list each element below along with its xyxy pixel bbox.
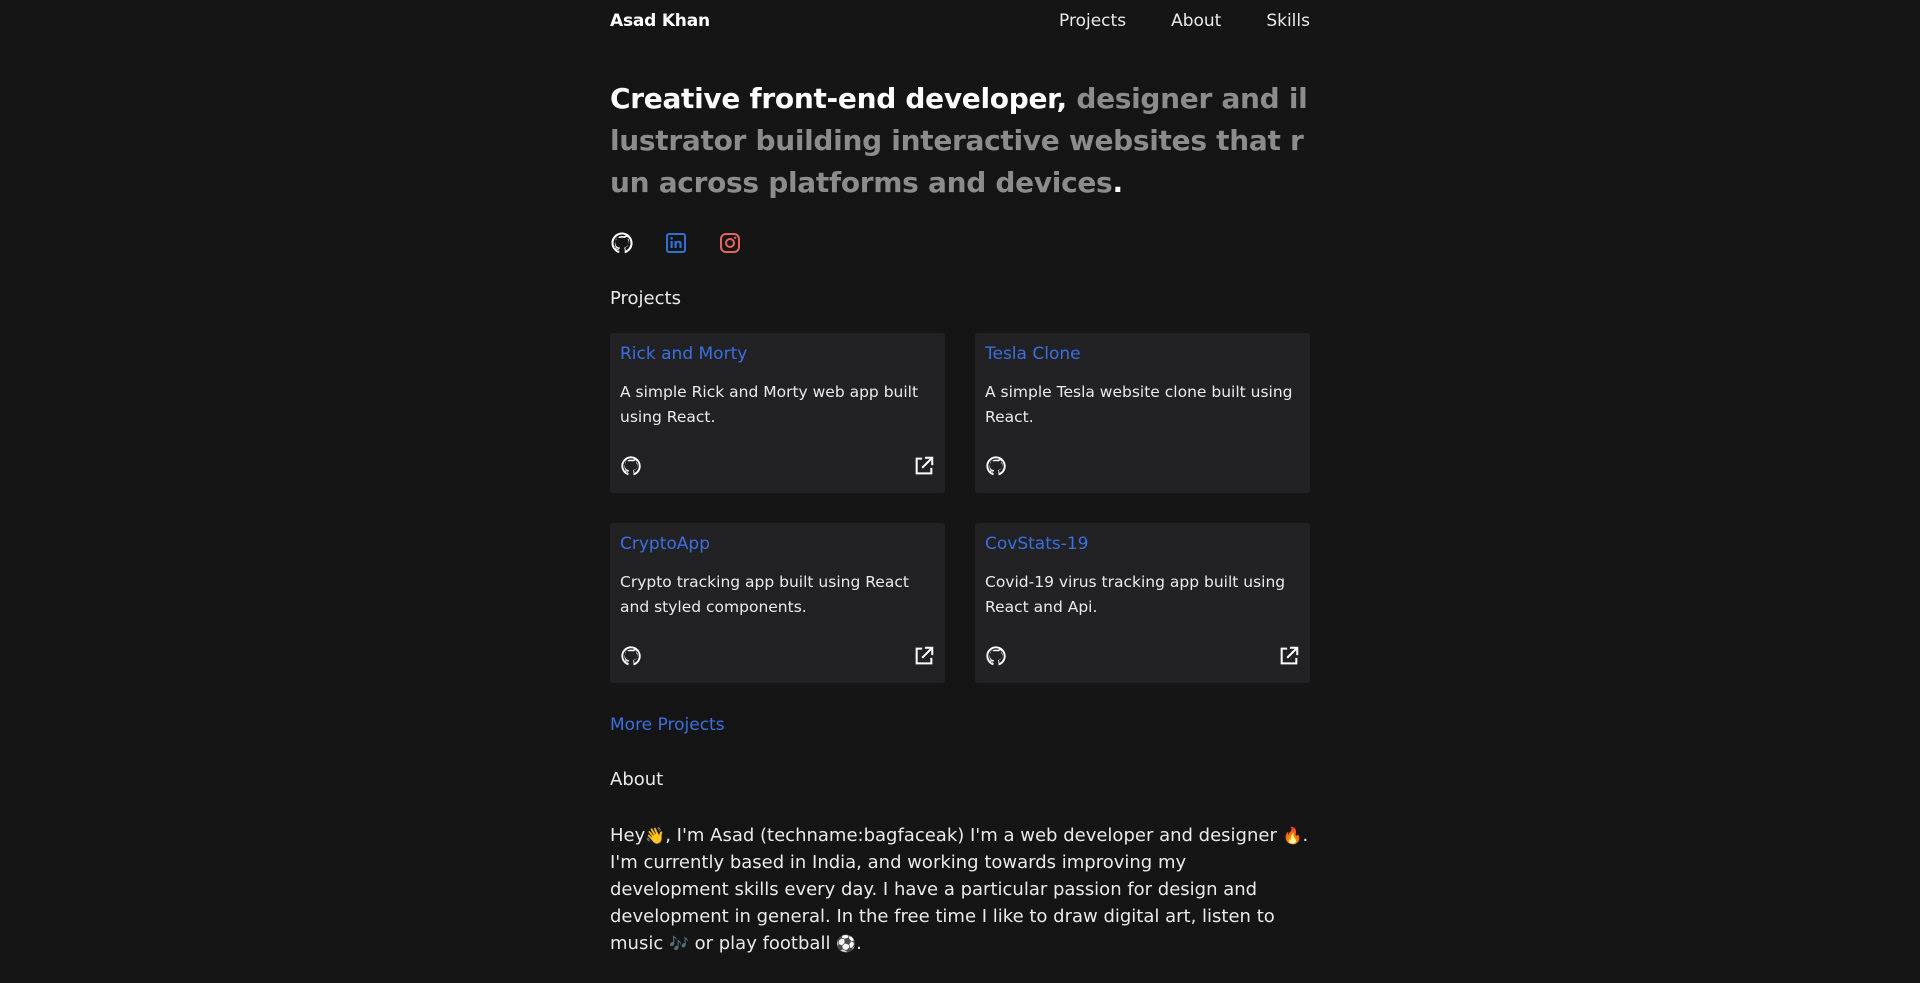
waving-hand-icon: 👋 (645, 826, 666, 845)
project-card: Tesla Clone A simple Tesla website clone… (975, 333, 1310, 493)
project-links (985, 455, 1300, 477)
social-links (610, 230, 1310, 256)
instagram-link[interactable] (718, 231, 742, 255)
about-text-2: , I'm Asad (techname:bagfaceak) I'm a we… (665, 825, 1283, 846)
about-text-4: or play football (688, 933, 837, 954)
external-link-icon (1280, 646, 1299, 665)
project-github-link[interactable] (620, 455, 642, 477)
project-description: A simple Tesla website clone built using… (985, 383, 1293, 426)
hero-headline: Creative front-end developer, designer a… (610, 78, 1310, 204)
soccer-ball-icon: ⚽ (836, 934, 857, 953)
nav-link-skills[interactable]: Skills (1266, 11, 1310, 31)
about-paragraph: Hey👋, I'm Asad (techname:bagfaceak) I'm … (610, 822, 1310, 957)
nav-links: Projects About Skills (1059, 11, 1310, 31)
project-github-link[interactable] (985, 455, 1007, 477)
project-title[interactable]: CovStats-19 (985, 534, 1300, 554)
about-heading: About (610, 769, 664, 790)
project-card: CryptoApp Crypto tracking app built usin… (610, 523, 945, 683)
project-card: CovStats-19 Covid-19 virus tracking app … (975, 523, 1310, 683)
project-description: Covid-19 virus tracking app built using … (985, 573, 1286, 616)
linkedin-link[interactable] (664, 231, 688, 255)
hero-period: . (1112, 166, 1123, 199)
brand-name[interactable]: Asad Khan (610, 11, 710, 31)
about-text-5: . (856, 933, 862, 954)
instagram-icon (720, 233, 740, 253)
project-title[interactable]: Tesla Clone (985, 344, 1300, 364)
project-links (620, 455, 935, 477)
project-github-link[interactable] (985, 645, 1007, 667)
github-icon (986, 456, 1006, 476)
github-icon (986, 646, 1006, 666)
external-link-icon (915, 646, 934, 665)
about-text-1: Hey (610, 825, 646, 846)
project-title[interactable]: CryptoApp (620, 534, 935, 554)
project-live-link[interactable] (913, 455, 935, 477)
github-link[interactable] (610, 231, 634, 255)
page: Asad Khan Projects About Skills Creative… (610, 0, 1310, 957)
project-description: Crypto tracking app built using React an… (620, 573, 909, 616)
project-links (985, 645, 1300, 667)
more-projects-link[interactable]: More Projects (610, 715, 725, 735)
linkedin-icon (666, 233, 686, 253)
project-live-link[interactable] (913, 645, 935, 667)
project-live-link[interactable] (1278, 645, 1300, 667)
nav-link-projects[interactable]: Projects (1059, 11, 1126, 31)
music-notes-icon: 🎶 (668, 934, 689, 953)
github-icon (621, 456, 641, 476)
project-description: A simple Rick and Morty web app built us… (620, 383, 919, 426)
top-nav: Asad Khan Projects About Skills (610, 0, 1310, 42)
project-card: Rick and Morty A simple Rick and Morty w… (610, 333, 945, 493)
github-icon (621, 646, 641, 666)
project-links (620, 645, 935, 667)
github-icon (611, 232, 633, 254)
projects-grid: Rick and Morty A simple Rick and Morty w… (610, 333, 1310, 683)
external-link-icon (915, 456, 934, 475)
project-github-link[interactable] (620, 645, 642, 667)
nav-link-about[interactable]: About (1171, 11, 1221, 31)
project-title[interactable]: Rick and Morty (620, 344, 935, 364)
projects-heading: Projects (610, 288, 681, 309)
hero-strong: Creative front-end developer, (610, 82, 1067, 115)
fire-icon: 🔥 (1282, 826, 1303, 845)
